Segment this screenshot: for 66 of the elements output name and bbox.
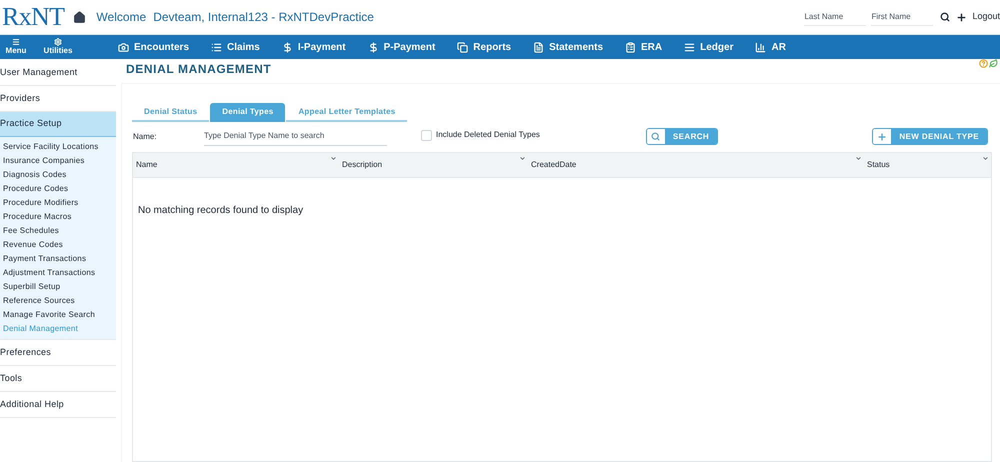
sidebar-item[interactable]: Fee Schedules [0, 224, 116, 238]
nav-item[interactable]: Reports [457, 40, 512, 54]
column-header[interactable]: Status [867, 159, 890, 171]
sidebar-section[interactable]: User Management [0, 60, 116, 85]
sort-icon[interactable] [519, 155, 526, 162]
sort-icon[interactable] [855, 155, 862, 162]
logo: RxNT [2, 4, 64, 30]
sidebar-item[interactable]: Procedure Macros [0, 210, 116, 224]
nav-item[interactable]: Statements [533, 40, 603, 54]
gear-icon [54, 38, 62, 46]
list-icon [684, 42, 696, 52]
dollar-icon [282, 42, 293, 52]
dollar-icon [368, 42, 379, 52]
nav-item[interactable]: I-Payment [282, 40, 346, 54]
sidebar-section[interactable]: Practice Setup [0, 112, 116, 137]
sidebar-item[interactable]: Reference Sources [0, 294, 116, 308]
user-name: Devteam, Internal123 - RxNTDevPractice [153, 9, 374, 26]
sort-icon[interactable] [982, 155, 989, 162]
clipboard-icon [625, 42, 636, 52]
sidebar-item[interactable]: Manage Favorite Search [0, 308, 116, 322]
plus-icon [877, 132, 888, 142]
nav-item[interactable]: Ledger [684, 40, 734, 54]
list-icon [211, 42, 222, 52]
camera-icon [118, 42, 129, 52]
nav-item[interactable]: Claims [211, 40, 260, 54]
sidebar-section[interactable]: Preferences [0, 340, 116, 365]
menu-button[interactable]: Menu [5, 38, 27, 56]
sidebar-item[interactable]: Procedure Codes [0, 182, 116, 196]
include-deleted-checkbox[interactable] [421, 130, 432, 140]
column-header[interactable]: Description [342, 159, 382, 171]
sidebar-item[interactable]: Diagnosis Codes [0, 168, 116, 182]
sidebar-item[interactable]: Payment Transactions [0, 252, 116, 266]
home-icon[interactable] [73, 10, 86, 24]
logout-link[interactable]: Logout [972, 10, 1000, 24]
nav-item[interactable]: ERA [625, 40, 662, 54]
sidebar-item[interactable]: Insurance Companies [0, 154, 116, 168]
sidebar-item[interactable]: Service Facility Locations [0, 140, 116, 154]
sidebar-item[interactable]: Procedure Modifiers [0, 196, 116, 210]
bar-chart-icon [755, 42, 766, 52]
name-search-field[interactable]: Type Denial Type Name to search [204, 127, 387, 146]
nav-item[interactable]: P-Payment [368, 40, 436, 54]
search-icon[interactable] [940, 12, 950, 22]
sort-icon[interactable] [330, 155, 337, 162]
sidebar-section[interactable]: Providers [0, 86, 116, 111]
nav-item[interactable]: AR [755, 40, 786, 54]
page-title: DENIAL MANAGEMENT [126, 61, 272, 78]
add-icon[interactable] [956, 12, 968, 22]
welcome-text: Welcome [96, 9, 146, 26]
sidebar-section[interactable]: Additional Help [0, 392, 116, 417]
document-icon [533, 42, 544, 52]
sidebar-item[interactable]: Superbill Setup [0, 280, 116, 294]
sidebar-item[interactable]: Revenue Codes [0, 238, 116, 252]
first-name-field[interactable]: First Name [871, 8, 934, 26]
last-name-field[interactable]: Last Name [804, 8, 866, 26]
checkbox-label: Include Deleted Denial Types [436, 129, 540, 141]
sidebar-item[interactable]: Adjustment Transactions [0, 266, 116, 280]
empty-message: No matching records found to display [138, 205, 304, 216]
utilities-button[interactable]: Utilities [44, 38, 72, 56]
nav-item[interactable]: Encounters [118, 40, 190, 54]
column-header[interactable]: CreatedDate [531, 159, 576, 171]
name-label: Name: [133, 130, 158, 142]
column-header[interactable]: Name [136, 159, 158, 171]
pages-icon [457, 42, 468, 52]
menu-icon [12, 38, 20, 46]
sidebar-section[interactable]: Tools [0, 366, 116, 391]
search-icon [651, 132, 660, 141]
